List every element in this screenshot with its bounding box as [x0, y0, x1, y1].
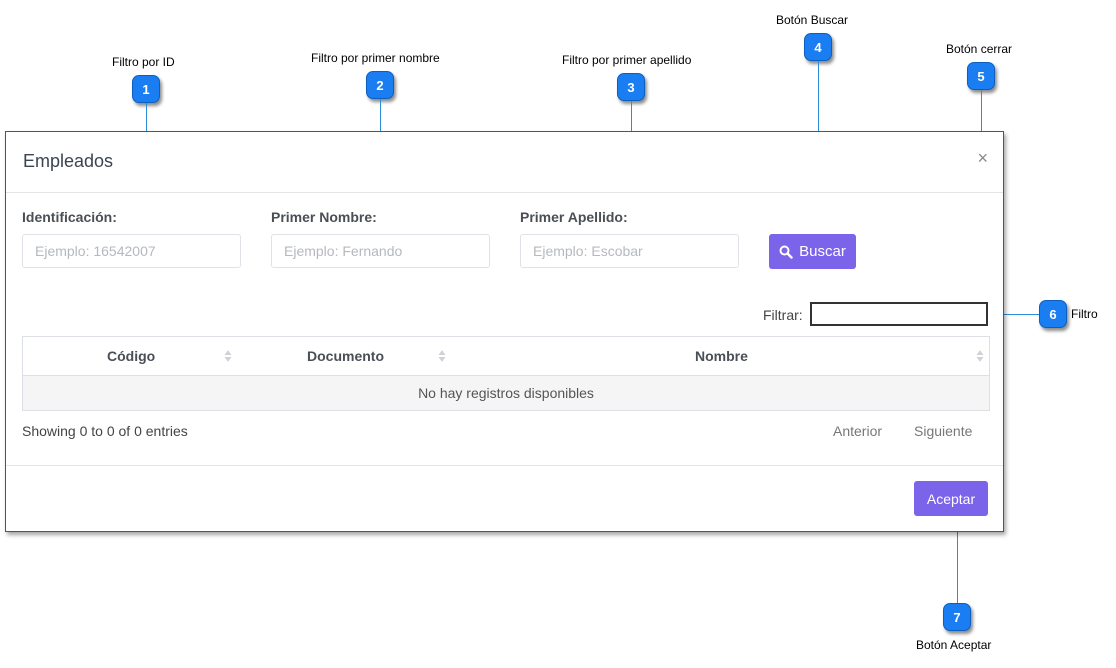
table-header: Código Documento Nombre [23, 337, 989, 376]
table-info: Showing 0 to 0 of 0 entries [22, 423, 188, 439]
search-icon [779, 245, 793, 259]
empty-table-message: No hay registros disponibles [418, 385, 594, 401]
column-header-documento[interactable]: Documento [307, 337, 384, 375]
last-name-field-label: Primer Apellido: [520, 209, 628, 225]
filter-input[interactable] [810, 302, 988, 326]
annotation-badge-2: 2 [366, 71, 394, 99]
column-header-codigo[interactable]: Código [107, 337, 155, 375]
annotation-badge-7: 7 [943, 603, 971, 631]
annotation-label-3: Filtro por primer apellido [562, 53, 692, 67]
sort-icon[interactable] [976, 349, 984, 363]
annotation-label-1: Filtro por ID [112, 55, 175, 69]
search-button[interactable]: Buscar [769, 234, 856, 269]
modal-header: Empleados × [6, 132, 1003, 193]
annotation-badge-1: 1 [132, 75, 160, 103]
sort-icon[interactable] [438, 349, 446, 363]
id-input[interactable] [22, 234, 241, 268]
filter-label: Filtrar: [763, 307, 803, 323]
annotation-badge-3: 3 [617, 73, 645, 101]
annotation-badge-4: 4 [804, 33, 832, 61]
annotation-label-2: Filtro por primer nombre [311, 51, 440, 65]
empty-table-row: No hay registros disponibles [23, 376, 989, 410]
search-button-label: Buscar [799, 243, 846, 260]
close-button[interactable]: × [977, 149, 988, 167]
employees-table: Código Documento Nombre No hay registros… [22, 336, 990, 411]
annotation-label-6: Filtro [1071, 307, 1098, 321]
sort-icon[interactable] [224, 349, 232, 363]
annotation-label-4: Botón Buscar [776, 13, 849, 27]
column-header-nombre[interactable]: Nombre [695, 337, 748, 375]
pager-previous-button[interactable]: Anterior [833, 423, 882, 439]
modal-footer [6, 465, 1003, 466]
first-name-field-label: Primer Nombre: [271, 209, 377, 225]
annotation-label-5: Botón cerrar [946, 42, 1013, 56]
annotation-badge-6: 6 [1039, 300, 1067, 328]
employees-modal: Empleados × Identificación: Primer Nombr… [5, 131, 1004, 532]
id-field-label: Identificación: [22, 209, 117, 225]
annotation-label-7: Botón Aceptar [916, 638, 992, 652]
modal-title: Empleados [23, 151, 114, 171]
pager-next-button[interactable]: Siguiente [914, 423, 972, 439]
accept-button[interactable]: Aceptar [914, 481, 988, 516]
first-name-input[interactable] [271, 234, 490, 268]
last-name-input[interactable] [520, 234, 739, 268]
annotation-badge-5: 5 [967, 62, 995, 90]
